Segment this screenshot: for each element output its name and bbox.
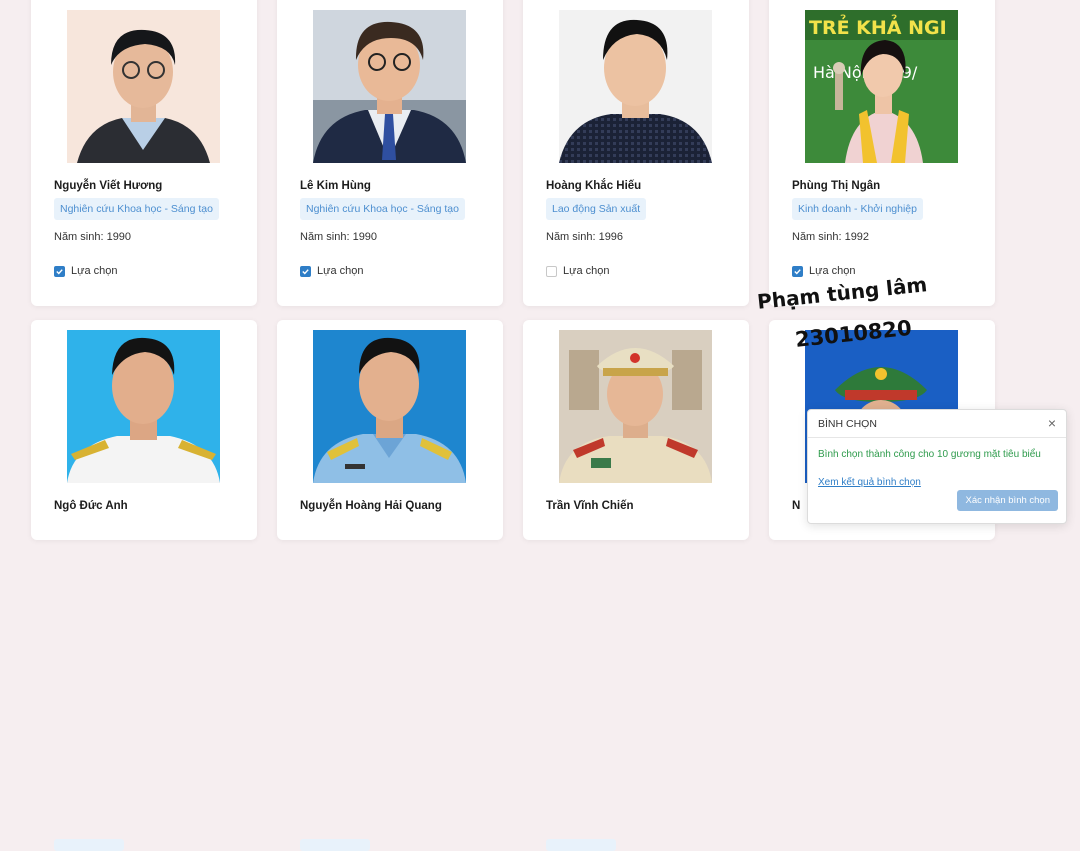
candidate-name: Nguyễn Viết Hương xyxy=(54,180,163,192)
candidate-photo xyxy=(67,10,220,163)
candidate-photo xyxy=(313,330,466,483)
select-checkbox-row[interactable]: Lựa chọn xyxy=(792,265,856,277)
select-label: Lựa chọn xyxy=(317,265,364,277)
checkbox-checked-icon[interactable] xyxy=(792,265,803,277)
success-message: Bình chọn thành công cho 10 gương mặt ti… xyxy=(818,449,1041,460)
close-icon[interactable]: × xyxy=(1048,415,1056,431)
candidate-name: N xyxy=(792,500,801,512)
candidate-name: Nguyễn Hoàng Hải Quang xyxy=(300,500,442,512)
candidate-name: Trần Vĩnh Chiến xyxy=(546,500,634,512)
field-tag: Lao động Sản xuất xyxy=(546,198,647,220)
vote-dialog: BÌNH CHỌN × Bình chọn thành công cho 10 … xyxy=(807,409,1067,524)
candidate-card: TRẺ KHẢ NGI Hà Nội, n 09/ Phùng Thị Ngân… xyxy=(769,0,995,306)
candidate-photo: TRẺ KHẢ NGI Hà Nội, n 09/ xyxy=(805,10,958,163)
candidate-card: Hoàng Khắc Hiếu Lao động Sản xuất Năm si… xyxy=(523,0,749,306)
candidate-name: Ngô Đức Anh xyxy=(54,500,128,512)
candidate-card: Lê Kim Hùng Nghiên cứu Khoa học - Sáng t… xyxy=(277,0,503,306)
field-tag: Kinh doanh - Khởi nghiệp xyxy=(792,198,923,220)
checkbox-checked-icon[interactable] xyxy=(54,265,65,277)
select-label: Lựa chọn xyxy=(71,265,118,277)
confirm-vote-button[interactable]: Xác nhận bình chọn xyxy=(957,490,1058,511)
select-checkbox-row[interactable]: Lựa chọn xyxy=(546,265,610,277)
checkbox-checked-icon[interactable] xyxy=(300,265,311,277)
birth-year: Năm sinh: 1990 xyxy=(54,231,132,243)
candidate-card: Ngô Đức Anh xyxy=(31,320,257,851)
candidate-card: Nguyễn Viết Hương Nghiên cứu Khoa học - … xyxy=(31,0,257,306)
select-checkbox-row[interactable]: Lựa chọn xyxy=(54,265,118,277)
select-checkbox-row[interactable]: Lựa chọn xyxy=(300,265,364,277)
candidate-name: Hoàng Khắc Hiếu xyxy=(546,180,642,192)
candidate-photo xyxy=(559,330,712,483)
field-tag: Nghiên cứu Khoa học - Sáng tạo xyxy=(300,198,465,220)
select-label: Lựa chọn xyxy=(809,265,856,277)
field-tag xyxy=(546,839,616,851)
candidate-photo xyxy=(67,330,220,483)
vote-dialog-title: BÌNH CHỌN xyxy=(818,418,877,430)
candidate-card: Trần Vĩnh Chiến xyxy=(523,320,749,851)
birth-year: Năm sinh: 1996 xyxy=(546,231,624,243)
candidate-photo xyxy=(313,10,466,163)
candidate-name: Phùng Thị Ngân xyxy=(792,180,881,192)
candidate-card: Nguyễn Hoàng Hải Quang xyxy=(277,320,503,851)
select-label: Lựa chọn xyxy=(563,265,610,277)
banner-text-1: TRẺ KHẢ NGI xyxy=(809,14,947,39)
field-tag xyxy=(300,839,370,851)
candidate-name: Lê Kim Hùng xyxy=(300,180,371,192)
field-tag: Nghiên cứu Khoa học - Sáng tạo xyxy=(54,198,219,220)
candidate-photo xyxy=(559,10,712,163)
birth-year: Năm sinh: 1990 xyxy=(300,231,378,243)
vote-dialog-header: BÌNH CHỌN × xyxy=(808,410,1066,438)
view-results-link[interactable]: Xem kết quả bình chọn xyxy=(818,477,921,488)
checkbox-unchecked-icon[interactable] xyxy=(546,265,557,277)
birth-year: Năm sinh: 1992 xyxy=(792,231,870,243)
field-tag xyxy=(54,839,124,851)
